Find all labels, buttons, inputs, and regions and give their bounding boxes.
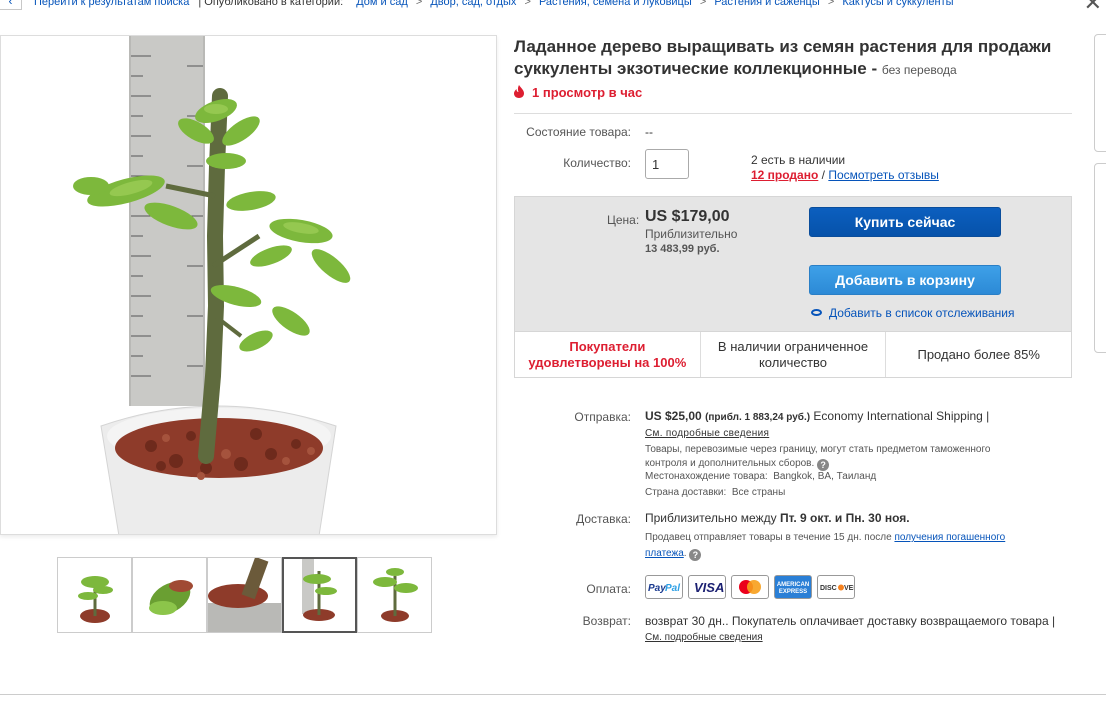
payment-label: Оплата: xyxy=(586,582,631,596)
svg-text:Pay: Pay xyxy=(648,583,666,594)
approx-value: 13 483,99 руб. xyxy=(645,243,720,255)
returns-info: возврат 30 дн.. Покупатель оплачивает до… xyxy=(645,614,1075,645)
breadcrumb-item-home-garden[interactable]: Дом и сад xyxy=(356,0,408,8)
add-to-cart-button[interactable]: Добавить в корзину xyxy=(809,265,1001,295)
item-location-label: Местонахождение товара: xyxy=(645,471,768,482)
watchlist-label: Добавить в список отслеживания xyxy=(829,306,1015,320)
payment-methods: PayPal VISA AMERICANEXPRESS DISC VER xyxy=(645,575,855,599)
shipping-cost: US $25,00 xyxy=(645,409,702,423)
shipping-details-link[interactable]: См. подробные сведения xyxy=(645,428,769,439)
help-icon[interactable]: ? xyxy=(689,549,702,561)
svg-text:VER: VER xyxy=(844,585,854,592)
returns-text: возврат 30 дн.. Покупатель оплачивает до… xyxy=(645,614,1056,628)
feature-strip: Покупатели удовлетворены на 100% В налич… xyxy=(515,331,1071,377)
price-value: US $179,00 xyxy=(645,208,730,225)
shipping-price: US $25,00 (прибл. 1 883,24 руб.) Economy… xyxy=(645,409,989,423)
back-arrow-icon[interactable]: ‹ xyxy=(0,0,22,10)
feature-satisfaction: Покупатели удовлетворены на 100% xyxy=(515,332,701,377)
shipping-approx: (прибл. 1 883,24 руб.) xyxy=(705,412,811,423)
add-to-watchlist-link[interactable]: Добавить в список отслеживания xyxy=(811,306,1014,320)
divider xyxy=(0,694,1106,695)
availability-info: 2 есть в наличии 12 продано / Посмотреть… xyxy=(751,153,939,183)
availability-divider: / xyxy=(821,168,825,182)
sold-count-link[interactable]: 12 продано xyxy=(751,168,818,182)
breadcrumb-item-cacti[interactable]: Кактусы и суккуленты xyxy=(842,0,953,8)
shipping-label: Отправка: xyxy=(574,410,631,424)
thumbnail-3[interactable] xyxy=(207,557,282,633)
paypal-logo: Pay Pal xyxy=(645,575,683,599)
reviews-link[interactable]: Посмотреть отзывы xyxy=(828,168,939,182)
views-indicator: 1 просмотр в час xyxy=(514,85,642,100)
delivery-prefix: Приблизительно между xyxy=(645,511,777,525)
visa-logo: VISA xyxy=(688,575,726,599)
price-box: Цена: US $179,00 Приблизительно 13 483,9… xyxy=(514,196,1072,378)
ships-to: Страна доставки: Все страны xyxy=(645,486,785,500)
shipping-method: Economy International Shipping | xyxy=(813,409,990,423)
feature-sold-percent: Продано более 85% xyxy=(917,346,1040,362)
buy-now-button[interactable]: Купить сейчас xyxy=(809,207,1001,237)
svg-text:VISA: VISA xyxy=(694,580,724,595)
thumbnail-5[interactable] xyxy=(357,557,432,633)
ships-to-value: Все страны xyxy=(731,487,786,498)
condition-value: -- xyxy=(645,125,653,139)
delivery-estimate: Приблизительно между Пт. 9 окт. и Пн. 30… xyxy=(645,511,910,525)
divider xyxy=(514,113,1072,114)
quantity-label: Количество: xyxy=(563,156,631,170)
feature-limited-stock: В наличии ограниченное количество xyxy=(701,332,887,377)
approx-label: Приблизительно xyxy=(645,227,738,241)
svg-text:EXPRESS: EXPRESS xyxy=(779,589,807,595)
price-label: Цена: xyxy=(607,213,640,227)
customs-note: Товары, перевозимые через границу, могут… xyxy=(645,443,1025,471)
svg-text:Pal: Pal xyxy=(665,583,680,594)
published-in-label: | Опубликовано в категории: xyxy=(198,0,344,8)
thumbnail-4-selected[interactable] xyxy=(282,557,357,633)
delivery-note-end: . xyxy=(683,548,687,559)
page-title: Ладанное дерево выращивать из семян раст… xyxy=(514,36,1094,81)
returns-details-link[interactable]: См. подробные сведения xyxy=(645,632,763,643)
price-approx: Приблизительно 13 483,99 руб. xyxy=(645,227,737,256)
ships-to-label: Страна доставки: xyxy=(645,487,727,498)
delivery-range: Пт. 9 окт. и Пн. 30 ноя. xyxy=(779,511,910,525)
mastercard-logo xyxy=(731,575,769,599)
listing-title: Ладанное дерево выращивать из семян раст… xyxy=(514,37,1052,78)
delivery-note: Продавец отправляет товары в течение 15 … xyxy=(645,530,1025,562)
svg-text:AMERICAN: AMERICAN xyxy=(777,582,809,588)
item-location-value: Bangkok, BA, Таиланд xyxy=(773,471,877,482)
return-to-search-link[interactable]: Перейти к результатам поиска xyxy=(34,0,189,8)
side-panel xyxy=(1094,34,1106,152)
svg-text:DISC: DISC xyxy=(820,585,837,592)
close-icon[interactable]: ✕ xyxy=(1084,0,1102,14)
title-note: без перевода xyxy=(881,63,957,77)
condition-label: Состояние товара: xyxy=(526,125,631,139)
delivery-label: Доставка: xyxy=(576,512,631,526)
breadcrumb: ‹ Перейти к результатам поиска | Опублик… xyxy=(0,0,1106,10)
views-text: 1 просмотр в час xyxy=(532,85,643,100)
quantity-input[interactable] xyxy=(645,149,689,179)
amex-logo: AMERICAN EXPRESS xyxy=(774,575,812,599)
breadcrumb-item-yard[interactable]: Двор, сад, отдых xyxy=(430,0,516,8)
eye-icon xyxy=(811,309,822,316)
discover-logo: DISC VER xyxy=(817,575,855,599)
flame-icon xyxy=(514,85,524,98)
thumbnail-1[interactable] xyxy=(57,557,132,633)
thumbnail-2[interactable] xyxy=(132,557,207,633)
main-product-image[interactable] xyxy=(0,35,497,535)
returns-label: Возврат: xyxy=(582,614,631,628)
side-panel xyxy=(1094,163,1106,353)
thumbnail-strip xyxy=(57,557,432,633)
breadcrumb-item-plants-seeds[interactable]: Растения, семена и луковицы xyxy=(539,0,692,8)
item-location: Местонахождение товара: Bangkok, BA, Таи… xyxy=(645,470,876,484)
breadcrumb-item-plants-seedlings[interactable]: Растения и саженцы xyxy=(714,0,819,8)
delivery-note-text: Продавец отправляет товары в течение 15 … xyxy=(645,532,892,543)
available-count: 2 есть в наличии xyxy=(751,153,846,167)
